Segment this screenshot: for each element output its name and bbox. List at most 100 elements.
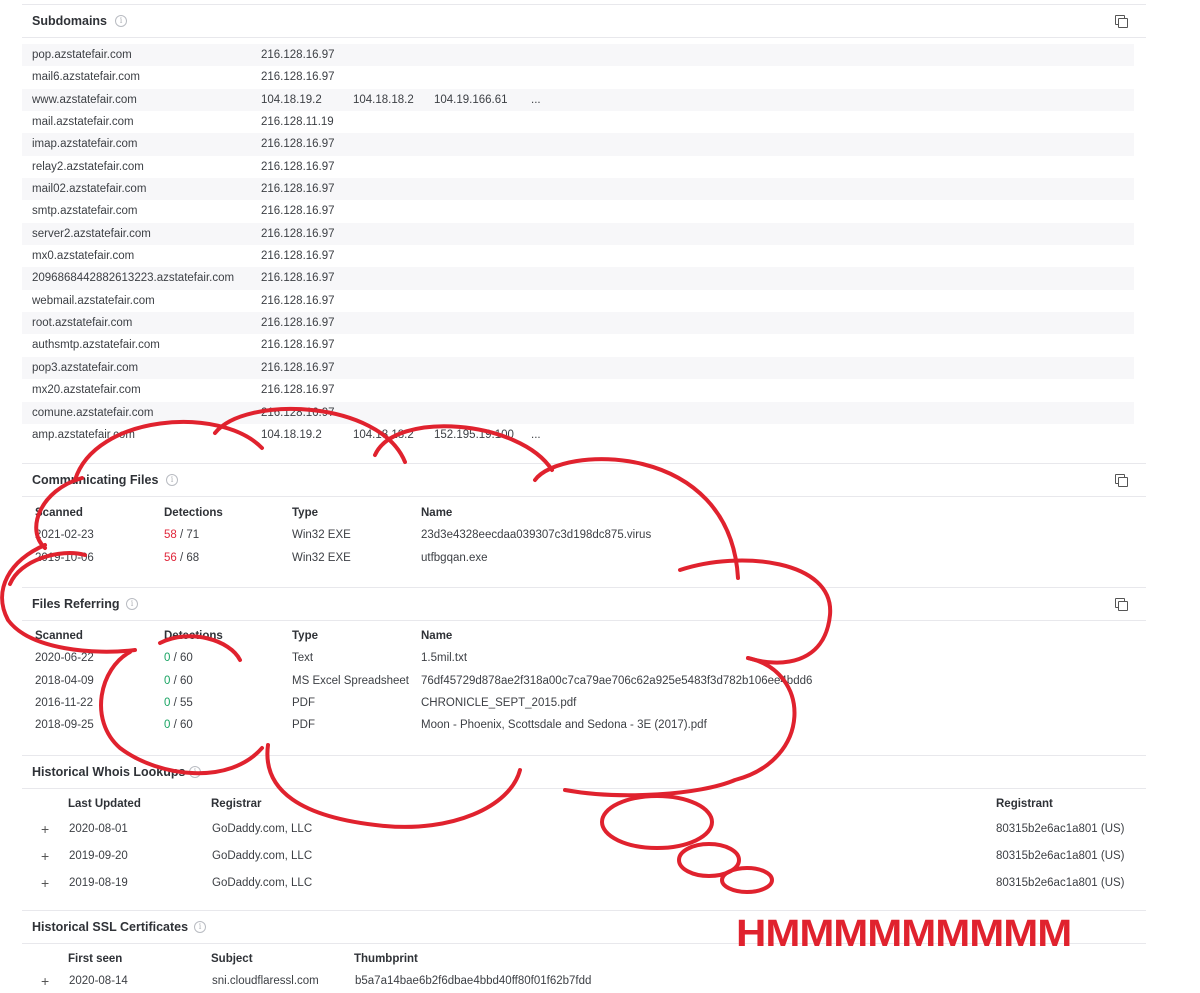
subdomain-host-link[interactable]: root.azstatefair.com (32, 312, 132, 334)
file-name-link[interactable]: CHRONICLE_SEPT_2015.pdf (421, 692, 576, 714)
info-icon[interactable]: i (126, 598, 138, 610)
subdomain-host-link[interactable]: www.azstatefair.com (32, 89, 137, 111)
file-type: PDF (292, 719, 315, 732)
detections-count: 58 (164, 529, 177, 542)
copy-icon[interactable] (1115, 474, 1128, 487)
expand-button[interactable]: + (41, 843, 49, 870)
table-row[interactable]: 2018-09-25 0 / 60 PDF Moon - Phoenix, Scott… (22, 714, 1146, 736)
subdomain-host-link[interactable]: comune.azstatefair.com (32, 402, 153, 424)
subdomain-ip-link[interactable]: 216.128.16.97 (261, 133, 335, 155)
col-detections[interactable]: Detections (164, 625, 223, 647)
col-registrar[interactable]: Registrar (211, 793, 262, 816)
file-name-link[interactable]: 23d3e4328eecdaa039307c3d198dc875.virus (421, 524, 651, 546)
copy-icon[interactable] (1115, 598, 1128, 611)
col-detections[interactable]: Detections (164, 502, 223, 524)
table-row[interactable]: 2021-02-23 58 / 71 Win32 EXE 23d3e4328eecda… (22, 524, 1146, 546)
subdomain-host-link[interactable]: authsmtp.azstatefair.com (32, 334, 160, 356)
col-registrant[interactable]: Registrant (996, 793, 1053, 816)
subdomain-host-link[interactable]: mx20.azstatefair.com (32, 379, 141, 401)
table-row[interactable]: 2016-11-22 0 / 55 PDF CHRONICLE_SEPT_2015.p… (22, 692, 1146, 714)
copy-icon[interactable] (1115, 15, 1128, 28)
subdomain-ip-link[interactable]: 216.128.16.97 (261, 156, 335, 178)
col-type[interactable]: Type (292, 502, 318, 524)
subdomain-host-link[interactable]: mx0.azstatefair.com (32, 245, 134, 267)
subdomain-row: mail.azstatefair.com 216.128.11.19 (22, 111, 1134, 133)
registrar-name: GoDaddy.com, LLC (212, 849, 313, 862)
registrant-link[interactable]: 80315b2e6ac1a801 (US) (996, 843, 1125, 870)
info-icon[interactable]: i (194, 921, 206, 933)
subdomain-ip-link[interactable]: 104.19.166.61 (434, 89, 508, 111)
subdomain-ip-link[interactable]: 216.128.16.97 (261, 290, 335, 312)
subdomain-ip-link[interactable]: 104.18.18.2 (353, 424, 414, 446)
subdomain-host-link[interactable]: pop3.azstatefair.com (32, 357, 138, 379)
col-scanned[interactable]: Scanned (35, 625, 83, 647)
file-name-link[interactable]: 1.5mil.txt (421, 647, 467, 669)
col-last-updated[interactable]: Last Updated (68, 793, 141, 816)
subdomain-host-link[interactable]: relay2.azstatefair.com (32, 156, 144, 178)
subdomain-ip-link[interactable]: 216.128.16.97 (261, 200, 335, 222)
scanned-date: 2018-04-09 (35, 674, 94, 687)
subdomain-ip-link[interactable]: 216.128.11.19 (261, 111, 334, 133)
file-name-link[interactable]: 76df45729d878ae2f318a00c7ca79ae706c62a92… (421, 670, 812, 692)
subdomain-host-link[interactable]: mail6.azstatefair.com (32, 66, 140, 88)
registrant-link[interactable]: 80315b2e6ac1a801 (US) (996, 870, 1125, 897)
subdomain-host-link[interactable]: mail.azstatefair.com (32, 111, 134, 133)
table-row[interactable]: 2019-10-06 56 / 68 Win32 EXE utfbgqan.exe (22, 547, 1146, 569)
expand-button[interactable]: + (41, 970, 49, 992)
subdomain-host-link[interactable]: 2096868442882613223.azstatefair.com (32, 267, 234, 289)
expand-button[interactable]: + (41, 816, 49, 843)
info-icon[interactable]: i (189, 766, 201, 778)
subdomain-host-link[interactable]: amp.azstatefair.com (32, 424, 135, 446)
file-type: MS Excel Spreadsheet (292, 674, 409, 687)
table-row: +2020-08-14 sni.cloudflaressl.com b5a7a14b… (22, 970, 1146, 992)
subdomain-ip-link[interactable]: 216.128.16.97 (261, 44, 335, 66)
subdomain-host-link[interactable]: imap.azstatefair.com (32, 133, 137, 155)
registrant-link[interactable]: 80315b2e6ac1a801 (US) (996, 816, 1125, 843)
info-icon[interactable]: i (115, 15, 127, 27)
col-scanned[interactable]: Scanned (35, 502, 83, 524)
subdomain-ip-link[interactable]: 216.128.16.97 (261, 379, 335, 401)
subdomain-ip-link[interactable]: 216.128.16.97 (261, 357, 335, 379)
detections-total: / 68 (180, 551, 200, 564)
detections-total: / 55 (173, 696, 193, 709)
subdomain-host-link[interactable]: smtp.azstatefair.com (32, 200, 137, 222)
subdomain-ip-link[interactable]: 216.128.16.97 (261, 267, 335, 289)
subdomain-host-link[interactable]: mail02.azstatefair.com (32, 178, 146, 200)
subdomain-host-link[interactable]: server2.azstatefair.com (32, 223, 151, 245)
file-type: PDF (292, 696, 315, 709)
subdomain-row: amp.azstatefair.com 104.18.19.2 104.18.18.… (22, 424, 1134, 446)
col-name[interactable]: Name (421, 625, 452, 647)
subdomain-row: webmail.azstatefair.com 216.128.16.97 (22, 290, 1134, 312)
subdomain-host-link[interactable]: webmail.azstatefair.com (32, 290, 155, 312)
subdomain-ip-link[interactable]: 104.18.19.2 (261, 424, 322, 446)
subdomain-ip-link[interactable]: 216.128.16.97 (261, 178, 335, 200)
subdomain-ip-link[interactable]: 216.128.16.97 (261, 402, 335, 424)
more-ips-button[interactable]: ... (531, 424, 541, 446)
subdomain-ip-link[interactable]: 104.18.18.2 (353, 89, 414, 111)
detections-cell: 56 / 68 (164, 547, 199, 569)
col-first-seen[interactable]: First seen (68, 948, 122, 970)
col-type[interactable]: Type (292, 625, 318, 647)
registrar-name: GoDaddy.com, LLC (212, 823, 313, 835)
col-subject[interactable]: Subject (211, 948, 253, 970)
subdomain-ip-link[interactable]: 216.128.16.97 (261, 312, 335, 334)
file-name-link[interactable]: Moon - Phoenix, Scottsdale and Sedona - … (421, 714, 707, 736)
whois-header: Historical Whois Lookups i (22, 755, 1146, 789)
subdomain-host-link[interactable]: pop.azstatefair.com (32, 44, 132, 66)
info-icon[interactable]: i (166, 474, 178, 486)
ssl-thumbprint-link[interactable]: b5a7a14bae6b2f6dbae4bbd40ff80f01f62b7fdd (355, 970, 591, 992)
expand-button[interactable]: + (41, 870, 49, 897)
subdomain-ip-link[interactable]: 216.128.16.97 (261, 245, 335, 267)
col-name[interactable]: Name (421, 502, 452, 524)
subdomain-ip-link[interactable]: 104.18.19.2 (261, 89, 322, 111)
more-ips-button[interactable]: ... (531, 89, 541, 111)
subdomain-ip-link[interactable]: 216.128.16.97 (261, 66, 335, 88)
subdomain-ip-link[interactable]: 152.195.19.100 (434, 424, 514, 446)
col-thumbprint[interactable]: Thumbprint (354, 948, 418, 970)
table-row[interactable]: 2020-06-22 0 / 60 Text 1.5mil.txt (22, 647, 1146, 669)
subdomain-ip-link[interactable]: 216.128.16.97 (261, 223, 335, 245)
file-name-link[interactable]: utfbgqan.exe (421, 547, 488, 569)
communicating-files-title: Communicating Files (32, 473, 159, 487)
table-row[interactable]: 2018-04-09 0 / 60 MS Excel Spreadsheet 76df… (22, 670, 1146, 692)
subdomain-ip-link[interactable]: 216.128.16.97 (261, 334, 335, 356)
